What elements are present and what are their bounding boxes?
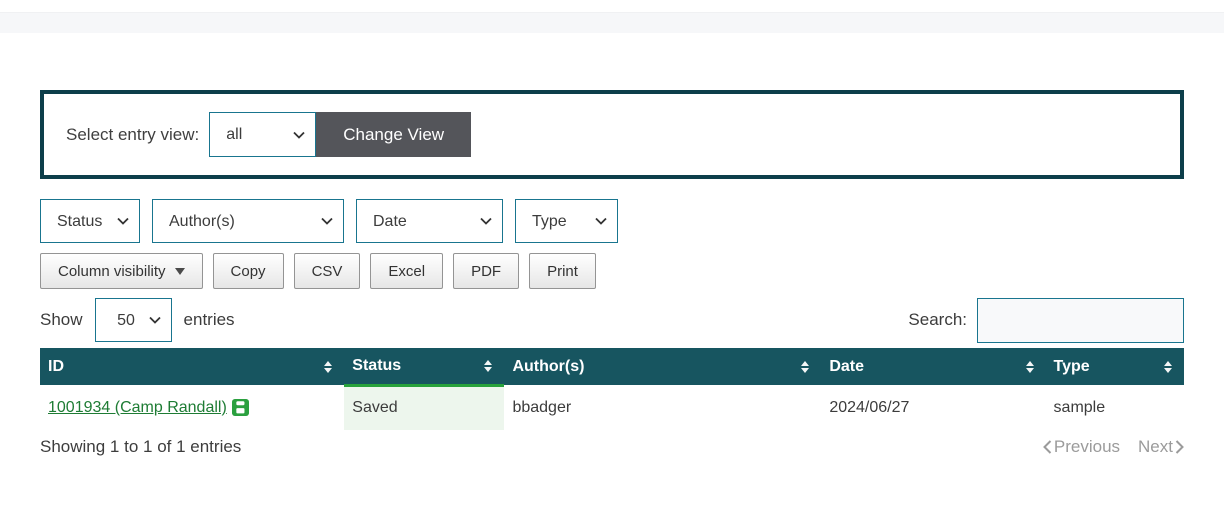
column-label: ID: [48, 357, 64, 375]
entries-label: entries: [183, 310, 235, 329]
table-info: Showing 1 to 1 of 1 entries: [40, 437, 242, 456]
entries-table: ID Status Author(s) Date Type 1001934 (C…: [40, 348, 1184, 430]
search-label: Search:: [908, 310, 967, 329]
next-label: Next: [1138, 437, 1173, 456]
next-page-button[interactable]: Next: [1138, 437, 1184, 457]
page-length-control: Show 50 entries: [40, 298, 235, 342]
sort-icon: [801, 360, 810, 373]
column-visibility-label: Column visibility: [58, 262, 166, 280]
date-cell: 2024/06/27: [829, 398, 910, 416]
entry-view-panel: Select entry view: all Change View: [40, 90, 1184, 179]
sort-icon: [1025, 360, 1034, 373]
print-button[interactable]: Print: [529, 253, 596, 289]
column-header-type[interactable]: Type: [1045, 348, 1184, 385]
table-row: 1001934 (Camp Randall) Saved bbadger 202…: [40, 383, 1184, 430]
page-length-select[interactable]: 50: [94, 298, 172, 342]
column-header-id[interactable]: ID: [40, 348, 345, 385]
save-icon[interactable]: [231, 399, 249, 416]
status-cell: Saved: [344, 383, 505, 430]
chevron-left-icon: [1042, 440, 1052, 454]
authors-filter-wrap: Author(s): [152, 199, 344, 243]
change-view-button[interactable]: Change View: [316, 112, 472, 157]
id-cell: 1001934 (Camp Randall): [40, 385, 344, 430]
authors-filter-select[interactable]: Author(s): [152, 199, 344, 243]
sort-icon: [324, 360, 333, 373]
entry-view-label: Select entry view:: [66, 124, 200, 144]
previous-label: Previous: [1053, 437, 1121, 456]
column-header-status[interactable]: Status: [344, 348, 505, 385]
authors-cell: bbadger: [512, 398, 572, 416]
entry-link[interactable]: 1001934 (Camp Randall): [48, 399, 227, 417]
type-filter-select[interactable]: Type: [515, 199, 618, 243]
pagination: Previous Next: [1042, 437, 1184, 457]
page-content: Select entry view: all Change View Statu…: [40, 90, 1184, 457]
excel-button[interactable]: Excel: [370, 253, 444, 289]
column-header-authors[interactable]: Author(s): [504, 348, 822, 385]
type-cell: sample: [1053, 398, 1106, 416]
search-input[interactable]: [977, 297, 1184, 343]
chevron-right-icon: [1175, 440, 1184, 454]
sort-icon: [1164, 360, 1172, 373]
table-toolbar: Column visibility Copy CSV Excel PDF Pri…: [40, 253, 1184, 289]
csv-button[interactable]: CSV: [293, 253, 361, 289]
previous-page-button[interactable]: Previous: [1042, 437, 1121, 457]
column-header-date[interactable]: Date: [821, 348, 1046, 385]
column-label: Type: [1053, 357, 1090, 375]
type-filter-wrap: Type: [515, 199, 618, 243]
pdf-button[interactable]: PDF: [453, 253, 520, 289]
sort-icon: [484, 359, 493, 372]
table-footer-row: Showing 1 to 1 of 1 entries Previous Nex…: [40, 437, 1184, 457]
entry-view-select[interactable]: all: [209, 112, 317, 157]
copy-button[interactable]: Copy: [212, 253, 284, 289]
date-filter-wrap: Date: [356, 199, 503, 243]
page-length-select-wrap: 50: [94, 298, 172, 342]
column-visibility-button[interactable]: Column visibility: [40, 253, 203, 289]
top-band: [0, 12, 1224, 33]
date-filter-select[interactable]: Date: [356, 199, 503, 243]
column-label: Author(s): [512, 357, 585, 375]
search-control: Search:: [908, 297, 1184, 343]
caret-down-icon: [174, 267, 185, 275]
filter-row: Status Author(s) Date Type: [40, 199, 1184, 243]
status-filter-wrap: Status: [40, 199, 140, 243]
status-filter-select[interactable]: Status: [40, 199, 140, 243]
column-label: Date: [829, 357, 865, 375]
column-label: Status: [352, 356, 402, 374]
table-controls-row: Show 50 entries Search:: [40, 296, 1184, 344]
entry-view-select-wrap: all: [209, 112, 317, 157]
table-header-row: ID Status Author(s) Date Type: [40, 348, 1184, 385]
show-label: Show: [40, 310, 83, 329]
